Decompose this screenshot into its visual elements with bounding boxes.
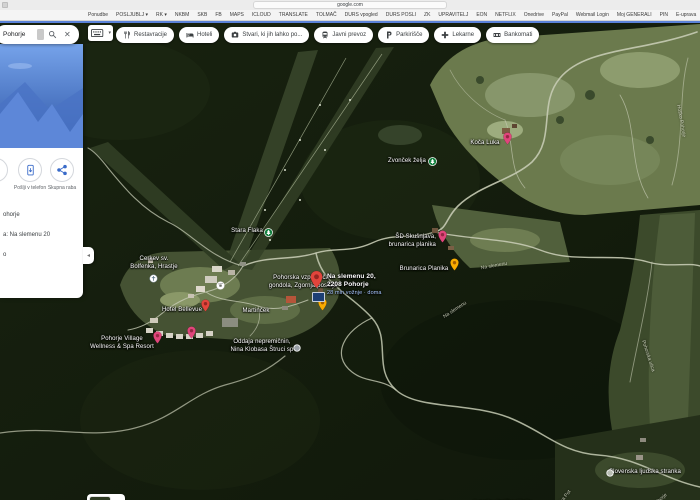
chip-label: Parkirišče [396,32,422,38]
bookmark-item[interactable]: TRANSLATE [279,12,308,18]
chip-label: Lekarne [452,32,474,38]
bookmark-item[interactable]: FB [215,12,221,18]
share-icon [56,164,68,176]
bookmark-item[interactable]: Moj GENERALI [617,12,652,18]
bookmark-item[interactable]: RK ▾ [156,12,167,18]
send-to-phone-button[interactable] [18,158,42,182]
place-info: ohorjea: Na slemenu 20o [3,212,50,272]
parking-icon [385,31,393,39]
keyboard-menu-button[interactable]: ▾ [88,25,113,41]
place-card: Pošlji v telefon Skupna raba ohorjea: Na… [0,44,83,298]
bookmark-item[interactable]: Ponudbe [88,12,108,18]
chip-attractions[interactable]: Stvari, ki jih lahko po... [224,27,309,43]
chip-label: Hoteli [197,32,212,38]
chip-pharmacies[interactable]: Lekarne [434,27,481,43]
address-bar[interactable]: google.com [253,1,447,9]
bookmark-item[interactable]: ZK [424,12,430,18]
caret-down-icon: ▾ [108,30,111,36]
search-icon[interactable] [48,30,57,39]
attractions-icon [231,31,239,39]
bookmark-item[interactable]: DURS POSLI [386,12,416,18]
text-cursor [37,29,44,40]
bookmark-item[interactable]: E-uprava [676,12,696,18]
chip-label: Restavracije [134,32,167,38]
satellite-imagery [0,23,700,500]
bookmarks-bar: Ponudbe POSLJUBLJ ▾ RK ▾ NKBM SKB FB MAPS ICLOU… [0,10,700,21]
bookmark-item[interactable]: PIN [660,12,668,18]
share-label: Skupna raba [40,186,84,192]
clear-search-icon[interactable]: ✕ [64,30,71,39]
place-info-row: o [3,252,50,272]
bookmark-item[interactable]: Onedrive [524,12,544,18]
bookmark-item[interactable]: TOLMAČ [316,12,337,18]
bookmark-item[interactable]: MAPS [230,12,244,18]
bookmark-item[interactable]: SKB [197,12,207,18]
send-to-phone-icon [25,164,36,177]
place-info-row: ohorje [3,212,50,232]
chip-parking[interactable]: Parkirišče [378,27,429,43]
window-control[interactable] [2,2,8,8]
bookmark-item[interactable]: EON [476,12,487,18]
collapse-panel-button[interactable]: ◂ [83,247,94,264]
hotel-icon [186,31,194,39]
map-canvas[interactable]: Koča LukaZvonček željaStara FlakaŠD Skuš… [0,23,700,500]
keyboard-icon [91,29,105,38]
screenshot-root: Koča LukaZvonček željaStara FlakaŠD Skuš… [0,0,700,500]
bookmark-item[interactable]: UPRAVITELJ [438,12,468,18]
chip-label: Bankomati [504,32,532,38]
place-info-row: a: Na slemenu 20 [3,232,50,252]
bookmark-item[interactable]: NETFLIX [495,12,516,18]
bookmark-item[interactable]: PayPal [552,12,568,18]
transit-icon [321,31,329,39]
category-chips: Restavracije Hoteli Stvari, ki jih lahko… [116,27,539,43]
chip-label: Javni prevoz [332,32,366,38]
restaurant-icon [123,31,131,39]
bookmark-item[interactable]: POSLJUBLJ ▾ [116,12,148,18]
action-button-partial[interactable] [0,158,8,182]
bookmark-item[interactable]: DURS vpogled [345,12,378,18]
search-input[interactable]: Pohorje [3,31,25,38]
chip-label: Stvari, ki jih lahko po... [242,32,302,38]
chip-hotels[interactable]: Hoteli [179,27,219,43]
chip-restaurants[interactable]: Restavracije [116,27,174,43]
chip-atms[interactable]: Bankomati [486,27,539,43]
window-accent-line [0,21,700,23]
share-button[interactable] [50,158,74,182]
place-photo[interactable] [0,44,83,148]
pharmacy-icon [441,31,449,39]
layers-thumbnail [89,496,111,500]
bookmark-item[interactable]: NKBM [175,12,189,18]
bookmark-item[interactable]: Webmail Login [576,12,609,18]
bookmark-item[interactable]: ICLOUD [252,12,271,18]
chip-transit[interactable]: Javni prevoz [314,27,373,43]
layers-widget[interactable]: Sloji [87,494,125,500]
atm-icon [493,31,501,39]
search-box[interactable]: Pohorje ✕ [0,25,79,44]
